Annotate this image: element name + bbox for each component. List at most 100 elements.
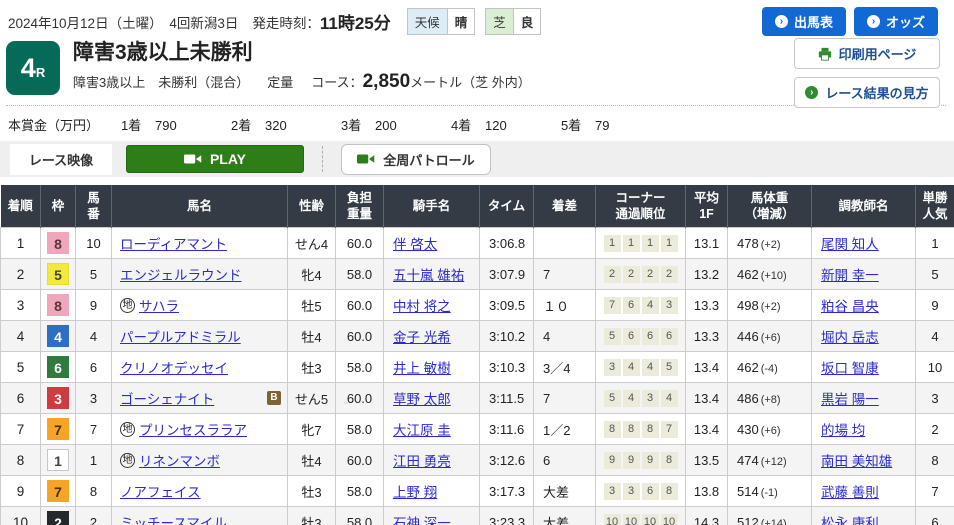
horse-name-wrap: ローディアマント	[120, 233, 283, 253]
cell-trainer: 粕谷 昌央	[812, 290, 916, 321]
cell-trainer: 新開 幸一	[812, 259, 916, 290]
trainer-link[interactable]: 粕谷 昌央	[821, 299, 879, 314]
cell-jockey: 中村 将之	[384, 290, 480, 321]
cell-body-weight: 514(-1)	[728, 476, 812, 507]
body-weight-value: 486	[737, 391, 759, 406]
trainer-link[interactable]: 堀内 岳志	[821, 330, 879, 345]
turf-label: 芝	[486, 9, 513, 34]
trainer-link[interactable]: 尾関 知人	[821, 237, 879, 252]
horse-name-link[interactable]: クリノオデッセイ	[120, 357, 228, 377]
trainer-link[interactable]: 的場 均	[821, 423, 865, 438]
jockey-link[interactable]: 中村 将之	[393, 299, 451, 314]
horse-name-link[interactable]: エンジェルラウンド	[120, 264, 242, 284]
corner-position: 3	[604, 359, 621, 376]
trainer-link[interactable]: 坂口 智康	[821, 361, 879, 376]
jockey-link[interactable]: 伴 啓太	[393, 237, 437, 252]
results-table: 着順枠馬 番馬名性齢負担 重量騎手名タイム着差コーナー 通過順位平均 1F馬体重…	[0, 185, 954, 525]
jockey-link[interactable]: 草野 太郎	[393, 392, 451, 407]
entries-button[interactable]: › 出馬表	[762, 7, 846, 36]
cell-trainer: 坂口 智康	[812, 352, 916, 383]
cell-horse-number: 4	[76, 321, 112, 352]
corner-position: 3	[642, 390, 659, 407]
cell-sex-age: 牡4	[288, 445, 336, 476]
frame-number-badge: 7	[47, 480, 69, 502]
arrow-circle-icon: ›	[775, 15, 788, 28]
corner-position: 9	[642, 452, 659, 469]
horse-name-link[interactable]: サハラ	[139, 295, 179, 315]
cell-finish-position: 7	[1, 414, 41, 445]
cell-body-weight: 478(+2)	[728, 228, 812, 259]
corner-position: 9	[604, 452, 621, 469]
cell-body-weight: 430(+6)	[728, 414, 812, 445]
jockey-link[interactable]: 石神 深一	[393, 516, 451, 525]
print-page-button[interactable]: 印刷用ページ	[794, 38, 940, 69]
corner-position: 4	[623, 359, 640, 376]
cell-sex-age: 牝4	[288, 259, 336, 290]
trainer-link[interactable]: 黒岩 陽一	[821, 392, 879, 407]
cell-sex-age: 牡4	[288, 321, 336, 352]
cell-trainer: 黒岩 陽一	[812, 383, 916, 414]
horse-name-link[interactable]: ノアフェイス	[120, 481, 201, 501]
jockey-link[interactable]: 五十嵐 雄祐	[393, 268, 464, 283]
play-button[interactable]: PLAY	[126, 145, 304, 173]
corner-position: 4	[642, 359, 659, 376]
horse-name-link[interactable]: リネンマンボ	[139, 450, 220, 470]
cell-jockey: 上野 翔	[384, 476, 480, 507]
cell-frame: 8	[41, 290, 76, 321]
cell-time: 3:17.3	[480, 476, 534, 507]
cell-time: 3:07.9	[480, 259, 534, 290]
turf-condition-badge: 芝 良	[485, 8, 541, 35]
horse-name-link[interactable]: パープルアドミラル	[120, 326, 241, 346]
cell-win-popularity: 7	[916, 476, 954, 507]
jockey-link[interactable]: 井上 敏樹	[393, 361, 451, 376]
corner-position: 6	[623, 328, 640, 345]
horse-name-link[interactable]: ローディアマント	[120, 233, 227, 253]
horse-name-link[interactable]: プリンセスララア	[139, 419, 247, 439]
race-conditions: 障害3歳以上 未勝利（混合）	[73, 72, 249, 91]
odds-button[interactable]: › オッズ	[854, 7, 938, 36]
cell-horse-name: ノアフェイス	[112, 476, 288, 507]
cell-trainer: 的場 均	[812, 414, 916, 445]
play-button-label: PLAY	[210, 151, 246, 167]
patrol-video-button[interactable]: 全周パトロール	[341, 144, 491, 175]
video-camera-icon	[357, 153, 375, 165]
cell-jockey: 伴 啓太	[384, 228, 480, 259]
horse-name-wrap: ミッチースマイル	[120, 512, 283, 525]
jockey-link[interactable]: 大江原 圭	[393, 423, 451, 438]
cell-win-popularity: 4	[916, 321, 954, 352]
trainer-link[interactable]: 松永 康利	[821, 516, 879, 525]
jockey-link[interactable]: 江田 勇亮	[393, 454, 451, 469]
corner-position: 2	[623, 266, 640, 283]
cell-sex-age: 牡3	[288, 352, 336, 383]
body-weight-value: 478	[737, 236, 759, 251]
cell-win-popularity: 8	[916, 445, 954, 476]
trainer-link[interactable]: 南田 美知雄	[821, 454, 892, 469]
cell-body-weight: 446(+6)	[728, 321, 812, 352]
prize-place-label: 3着	[341, 115, 375, 134]
corner-position: 4	[623, 390, 640, 407]
horse-name-wrap: クリノオデッセイ	[120, 357, 283, 377]
cell-margin: 大差	[534, 507, 596, 525]
body-weight-value: 462	[737, 360, 759, 375]
cell-body-weight: 512(+14)	[728, 507, 812, 525]
horse-name-link[interactable]: ミッチースマイル	[120, 512, 227, 525]
result-guide-button[interactable]: › レース結果の見方	[794, 77, 940, 108]
jockey-link[interactable]: 上野 翔	[393, 485, 437, 500]
table-row: 566クリノオデッセイ牡358.0井上 敏樹3:10.33／4344513.44…	[1, 352, 954, 383]
table-header-row: 着順枠馬 番馬名性齢負担 重量騎手名タイム着差コーナー 通過順位平均 1F馬体重…	[1, 186, 954, 228]
corner-position: 10	[604, 514, 621, 525]
cell-corner-order: 2222	[596, 259, 686, 290]
trainer-link[interactable]: 新開 幸一	[821, 268, 879, 283]
corner-position: 5	[661, 359, 678, 376]
prize-place-label: 4着	[451, 115, 485, 134]
body-weight-diff: (+10)	[761, 270, 787, 282]
body-weight-diff: (+12)	[761, 456, 787, 468]
result-guide-label: レース結果の見方	[825, 83, 928, 102]
local-horse-mark: 地	[120, 422, 135, 437]
prize-amount: 79	[595, 118, 657, 133]
horse-name-link[interactable]: ゴーシェナイト	[120, 388, 214, 408]
prize-place-label: 5着	[561, 115, 595, 134]
trainer-link[interactable]: 武藤 善則	[821, 485, 879, 500]
column-header: 騎手名	[384, 186, 480, 228]
jockey-link[interactable]: 金子 光希	[393, 330, 451, 345]
